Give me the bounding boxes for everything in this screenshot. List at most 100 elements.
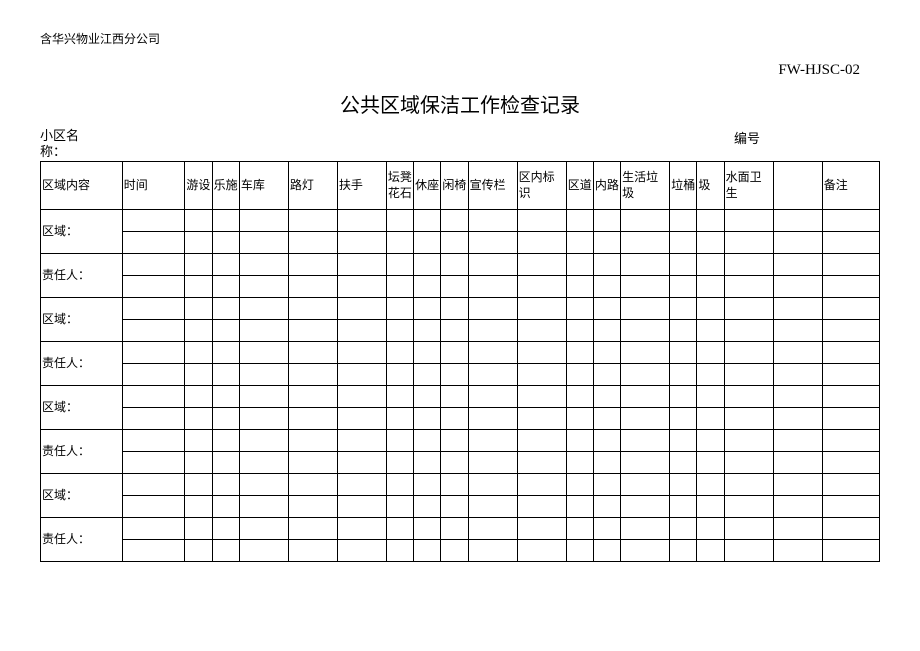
cell xyxy=(288,408,337,430)
cell xyxy=(517,210,566,232)
cell xyxy=(724,298,773,320)
cell xyxy=(773,452,822,474)
responsible-label: 责任人： xyxy=(41,430,123,474)
cell xyxy=(122,518,185,540)
cell xyxy=(239,496,288,518)
cell xyxy=(593,232,620,254)
cell xyxy=(593,210,620,232)
cell xyxy=(414,342,441,364)
cell xyxy=(724,474,773,496)
cell xyxy=(468,298,517,320)
cell xyxy=(441,518,468,540)
cell xyxy=(670,408,697,430)
cell xyxy=(185,210,212,232)
cell xyxy=(239,430,288,452)
cell xyxy=(593,342,620,364)
cell xyxy=(441,408,468,430)
meta-row: 小区名称： 编号 xyxy=(40,128,880,159)
cell xyxy=(414,430,441,452)
cell xyxy=(468,232,517,254)
cell xyxy=(122,430,185,452)
cell xyxy=(593,298,620,320)
cell xyxy=(212,342,239,364)
cell xyxy=(212,320,239,342)
cell xyxy=(468,320,517,342)
cell xyxy=(621,254,670,276)
cell xyxy=(593,408,620,430)
cell xyxy=(621,364,670,386)
cell xyxy=(670,364,697,386)
cell xyxy=(239,276,288,298)
cell xyxy=(697,254,724,276)
col-qudao: 区道 xyxy=(566,162,593,210)
cell xyxy=(212,210,239,232)
cell xyxy=(414,540,441,562)
cell xyxy=(337,364,386,386)
cell xyxy=(122,320,185,342)
cell xyxy=(593,540,620,562)
cell xyxy=(621,496,670,518)
cell xyxy=(822,320,879,342)
cell xyxy=(822,474,879,496)
cell xyxy=(414,408,441,430)
cell xyxy=(288,254,337,276)
cell xyxy=(621,540,670,562)
cell xyxy=(822,408,879,430)
cell xyxy=(822,276,879,298)
cell xyxy=(670,232,697,254)
cell xyxy=(386,232,413,254)
cell xyxy=(122,452,185,474)
cell xyxy=(822,452,879,474)
cell xyxy=(239,518,288,540)
cell xyxy=(697,540,724,562)
cell xyxy=(288,320,337,342)
responsible-label: 责任人： xyxy=(41,254,123,298)
cell xyxy=(566,276,593,298)
cell xyxy=(239,364,288,386)
cell xyxy=(337,474,386,496)
cell xyxy=(517,496,566,518)
col-latong: 垃桶 xyxy=(670,162,697,210)
cell xyxy=(212,386,239,408)
cell xyxy=(122,496,185,518)
cell xyxy=(593,518,620,540)
cell xyxy=(468,540,517,562)
cell xyxy=(386,386,413,408)
cell xyxy=(517,518,566,540)
table-row xyxy=(41,408,880,430)
cell xyxy=(386,496,413,518)
cell xyxy=(822,254,879,276)
cell xyxy=(414,276,441,298)
cell xyxy=(288,518,337,540)
table-row xyxy=(41,496,880,518)
cell xyxy=(414,518,441,540)
area-label: 区域： xyxy=(41,210,123,254)
cell xyxy=(593,386,620,408)
cell xyxy=(185,540,212,562)
cell xyxy=(468,276,517,298)
cell xyxy=(670,452,697,474)
cell xyxy=(517,474,566,496)
cell xyxy=(517,276,566,298)
cell xyxy=(337,298,386,320)
cell xyxy=(185,276,212,298)
cell xyxy=(822,364,879,386)
cell xyxy=(441,342,468,364)
col-streetlight: 路灯 xyxy=(288,162,337,210)
cell xyxy=(773,298,822,320)
cell xyxy=(414,232,441,254)
col-neilu: 内路 xyxy=(593,162,620,210)
cell xyxy=(414,386,441,408)
col-handrail: 扶手 xyxy=(337,162,386,210)
org-name: 含华兴物业江西分公司 xyxy=(40,30,880,47)
table-row: 责任人： xyxy=(41,518,880,540)
cell xyxy=(441,364,468,386)
cell xyxy=(621,210,670,232)
cell xyxy=(212,298,239,320)
cell xyxy=(239,342,288,364)
cell xyxy=(386,210,413,232)
cell xyxy=(185,254,212,276)
col-xianyi: 闲椅 xyxy=(441,162,468,210)
cell xyxy=(122,364,185,386)
cell xyxy=(566,298,593,320)
